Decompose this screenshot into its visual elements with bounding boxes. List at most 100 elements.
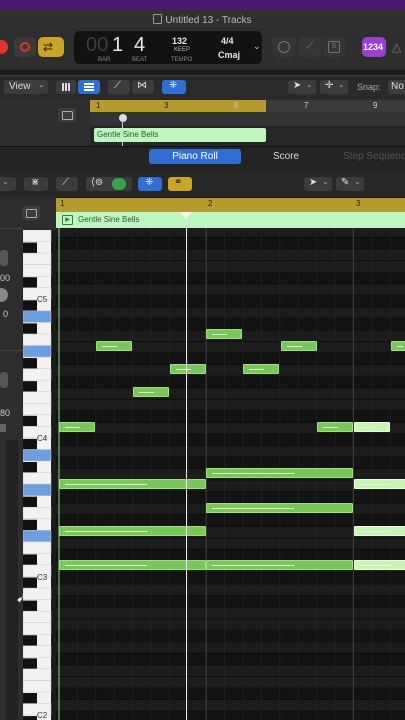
count-in-badge: 1234 — [363, 42, 384, 52]
midi-note[interactable] — [170, 364, 206, 374]
piano-key-white — [23, 680, 52, 693]
add-track-button[interactable] — [58, 108, 76, 122]
lcd-tempo[interactable]: 132 — [172, 36, 187, 46]
midi-note[interactable] — [59, 479, 206, 489]
piano-key-black — [23, 277, 37, 288]
midi-note[interactable] — [206, 329, 242, 339]
midi-note[interactable] — [59, 560, 206, 570]
metronome-icon[interactable]: △ — [392, 40, 401, 54]
tab-piano-roll[interactable]: Piano Roll — [149, 149, 241, 164]
playhead-marker-icon[interactable] — [119, 114, 127, 122]
tab-score[interactable]: Score — [273, 151, 299, 162]
key-label-c4: C4 — [37, 434, 48, 443]
list-view-button[interactable] — [78, 80, 100, 94]
window-title: Untitled 13 - Tracks — [0, 14, 405, 26]
midi-in-button[interactable]: ⟨⊚ — [86, 177, 132, 191]
pr-catch-button[interactable]: ⁜ — [138, 177, 162, 191]
catch-button[interactable]: ⁜ — [162, 80, 186, 94]
piano-key-black — [23, 519, 37, 531]
secondary-tool-menu[interactable]: ✛ ⌄ — [320, 80, 348, 94]
midi-out-icon — [112, 178, 126, 190]
midi-note[interactable] — [354, 479, 405, 489]
grid-row — [56, 353, 405, 365]
region-play-icon[interactable]: ▶ — [62, 215, 73, 225]
view-menu[interactable]: View ⌄ — [4, 80, 48, 94]
piano-key-white — [23, 310, 52, 323]
solo-button[interactable]: S — [323, 37, 345, 57]
local-menu[interactable]: ⌄ — [0, 177, 16, 191]
midi-note[interactable] — [281, 341, 317, 351]
midi-note[interactable] — [317, 422, 353, 432]
lcd-key[interactable]: Cmaj — [218, 50, 240, 60]
inspector-slider[interactable] — [0, 424, 6, 432]
midi-note[interactable] — [206, 503, 353, 513]
solo-icon: S — [328, 41, 340, 53]
count-in-button[interactable]: 1234 — [362, 37, 386, 57]
catch-icon: ⁜ — [169, 80, 178, 91]
inspector-value: 80 — [0, 408, 11, 418]
automation-button[interactable]: ⟋ — [108, 80, 130, 94]
tracks-ruler-lower — [90, 112, 405, 126]
pr-ruler-mark: 1 — [60, 199, 65, 208]
tracks-ruler-mark: 9 — [373, 101, 378, 110]
lcd-beat: 4 — [134, 34, 146, 56]
grid-row — [56, 457, 405, 469]
lcd-bar: 1 — [112, 34, 124, 56]
low-latency-button[interactable] — [272, 37, 296, 57]
chevron-down-icon: ⌄ — [322, 177, 329, 186]
pointer-icon: ➤ — [309, 177, 318, 188]
grid-row — [56, 641, 405, 654]
pr-automation-button[interactable]: ⟋ — [56, 177, 78, 191]
inspector-button[interactable] — [0, 250, 8, 266]
tuner-button[interactable]: ⟋ — [298, 37, 322, 57]
pointer-tool-menu[interactable]: ➤ ⌄ — [288, 80, 316, 94]
pr-pencil-tool-menu[interactable]: ✎ ⌄ — [336, 177, 364, 191]
midi-note[interactable] — [243, 364, 279, 374]
link-icon: ⚭ — [174, 177, 183, 188]
midi-note[interactable] — [354, 526, 405, 536]
piano-roll-ruler[interactable] — [56, 198, 405, 212]
pr-pointer-tool-menu[interactable]: ➤ ⌄ — [304, 177, 332, 191]
tracks-ruler-mark: 1 — [96, 101, 101, 110]
pointer-icon: ➤ — [293, 80, 302, 91]
midi-note[interactable] — [96, 341, 132, 351]
tab-step-sequencer[interactable]: Step Sequenc — [343, 151, 405, 162]
piano-key-white — [23, 403, 52, 416]
midi-note[interactable] — [59, 526, 206, 536]
piano-key-white — [23, 345, 52, 358]
piano-key-black — [23, 577, 37, 589]
record-alt-button[interactable] — [14, 37, 36, 57]
flex-button[interactable]: ⋈ — [132, 80, 154, 94]
midi-note[interactable] — [133, 387, 169, 397]
flex-icon: ⋈ — [137, 80, 147, 91]
midi-note[interactable] — [354, 560, 405, 570]
lcd-chevron-down-icon[interactable]: ⌄ — [253, 41, 261, 52]
snap-label: Snap: — [357, 82, 381, 92]
piano-roll-grid[interactable] — [56, 228, 405, 720]
midi-note[interactable] — [391, 341, 405, 351]
tracks-ruler[interactable] — [266, 100, 405, 112]
snap-menu[interactable]: No — [388, 80, 405, 94]
lcd-time-signature[interactable]: 4/4 — [221, 36, 234, 46]
piano-key-white — [23, 506, 52, 520]
link-button[interactable]: ⚭ — [168, 177, 192, 191]
grid-view-button[interactable] — [56, 80, 76, 94]
chevron-down-icon: ⌄ — [306, 80, 313, 89]
crosshair-icon: ✛ — [325, 80, 334, 91]
collapse-button[interactable]: ⋇ — [24, 177, 48, 191]
key-label-c5: C5 — [37, 295, 48, 304]
inspector-button[interactable] — [0, 372, 8, 388]
piano-key-black — [23, 716, 37, 720]
piano-key-white — [23, 368, 52, 381]
midi-note[interactable] — [354, 422, 390, 432]
midi-note[interactable] — [206, 468, 353, 478]
cycle-button[interactable]: ⇄ — [38, 37, 64, 57]
midi-note[interactable] — [59, 422, 95, 432]
pr-add-button[interactable] — [22, 206, 40, 220]
lcd-beat-label: BEAT — [132, 57, 148, 63]
tuner-icon: ⟋ — [306, 40, 314, 52]
grid-row — [56, 399, 405, 411]
midi-note[interactable] — [206, 560, 353, 570]
inspector-divider — [0, 228, 23, 229]
midi-in-icon: ⟨⊚ — [91, 177, 104, 188]
